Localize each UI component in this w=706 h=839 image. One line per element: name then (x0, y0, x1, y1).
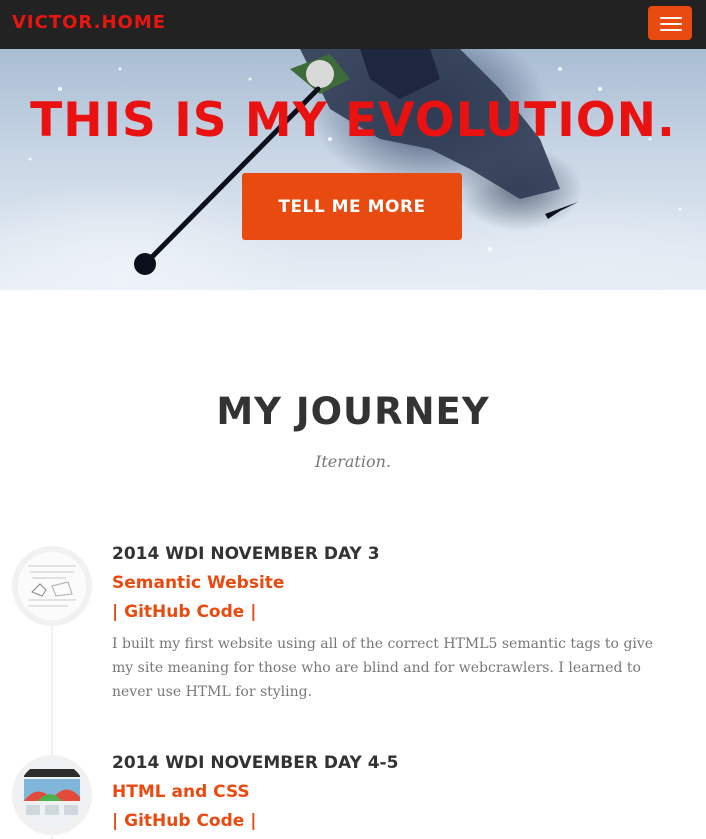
github-code-link[interactable]: | GitHub Code | (112, 811, 256, 831)
timeline-project-link[interactable]: HTML and CSS (112, 782, 250, 802)
hamburger-menu-icon (660, 17, 682, 19)
section-title: MY JOURNEY (216, 390, 490, 433)
timeline-date: 2014 WDI NOVEMBER DAY 3 (112, 544, 380, 564)
semantic-website-thumbnail (18, 552, 86, 620)
hero-banner: THIS IS MY EVOLUTION. TELL ME MORE (0, 49, 706, 290)
github-code-link[interactable]: | GitHub Code | (112, 602, 256, 622)
hamburger-menu-icon-bar (660, 29, 682, 31)
hero-title: THIS IS MY EVOLUTION. (30, 93, 676, 148)
menu-toggle-button[interactable] (648, 6, 692, 40)
timeline-image (12, 546, 92, 626)
brand-logo-link[interactable]: VICTOR.HOME (12, 12, 166, 33)
tell-me-more-button[interactable]: TELL ME MORE (242, 173, 462, 240)
hamburger-menu-icon-bar (660, 23, 682, 25)
timeline-description: I built my first website using all of th… (112, 636, 654, 700)
timeline-image (12, 755, 92, 835)
navbar: VICTOR.HOME (0, 0, 706, 49)
html-css-thumbnail (18, 761, 86, 829)
timeline-project-link[interactable]: Semantic Website (112, 573, 284, 593)
skier-background-image (28, 49, 682, 275)
section-subtitle: Iteration. (315, 452, 391, 471)
timeline-date: 2014 WDI NOVEMBER DAY 4-5 (112, 753, 399, 773)
